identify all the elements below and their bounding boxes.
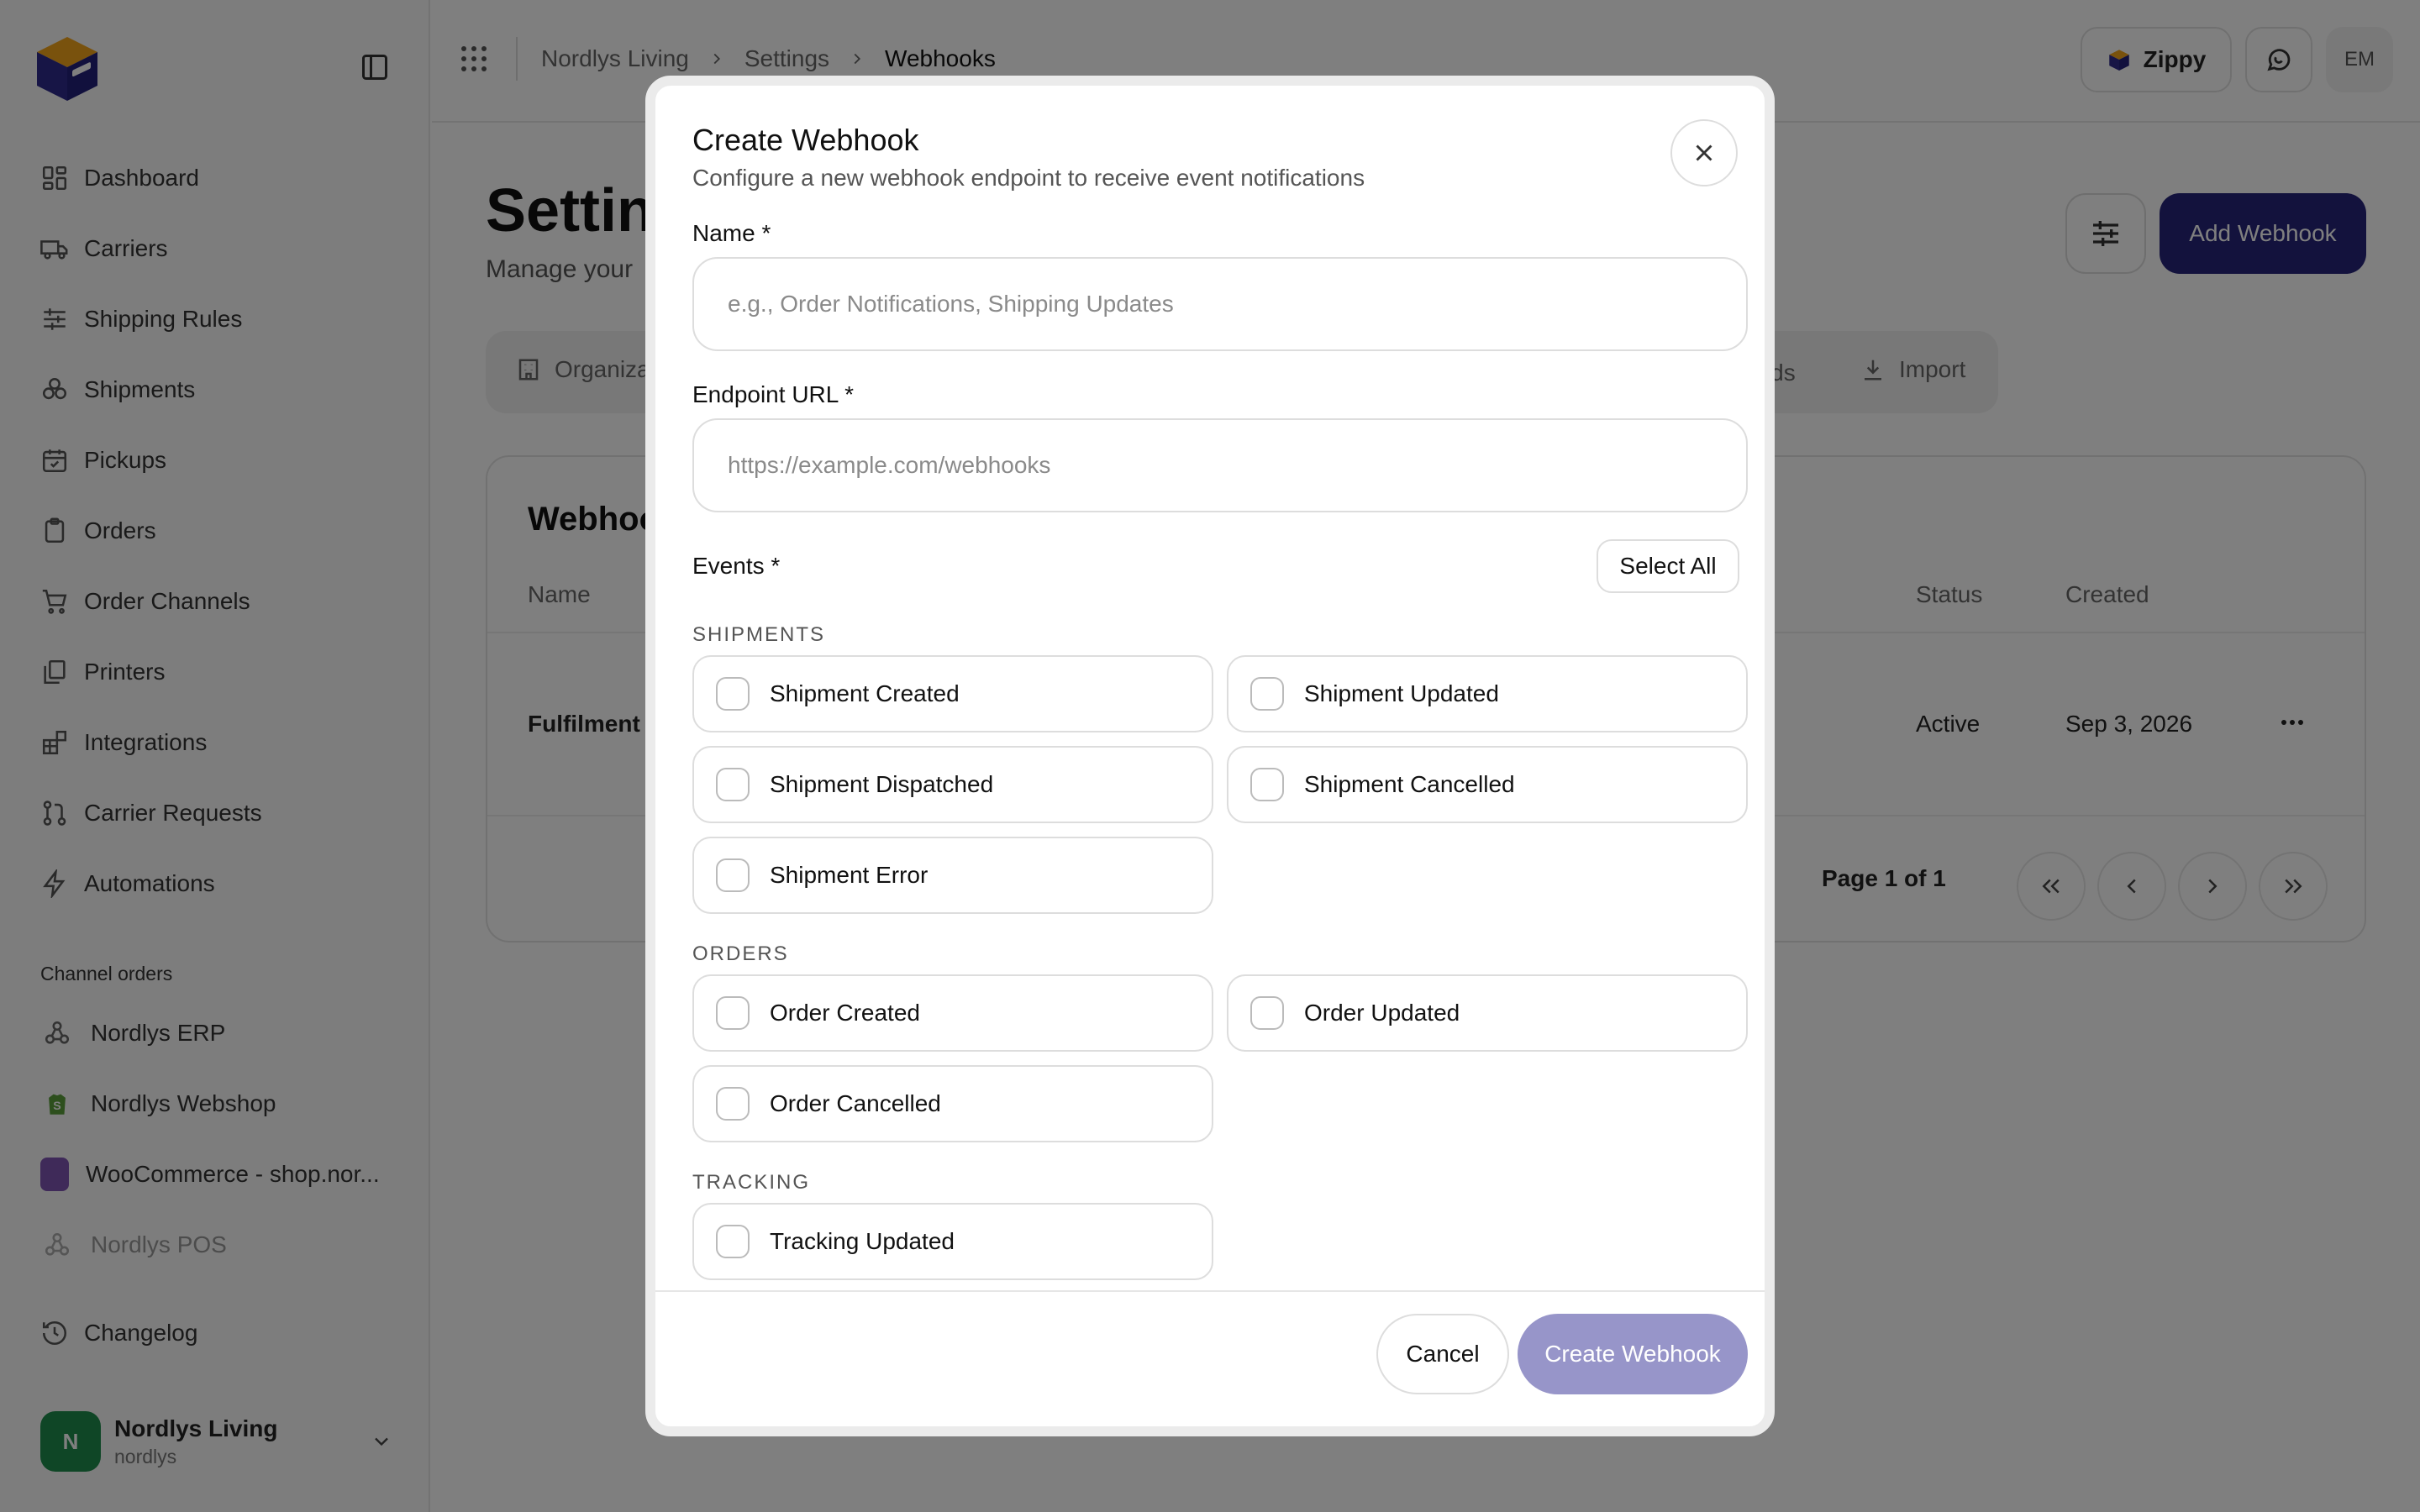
group-title-tracking: TRACKING bbox=[692, 1171, 811, 1194]
event-option[interactable]: Shipment Created bbox=[692, 655, 1213, 732]
select-all-button[interactable]: Select All bbox=[1597, 539, 1739, 593]
event-option[interactable]: Shipment Error bbox=[692, 837, 1213, 914]
event-option[interactable]: Order Updated bbox=[1227, 974, 1748, 1052]
name-field[interactable] bbox=[692, 257, 1748, 351]
cancel-button[interactable]: Cancel bbox=[1376, 1314, 1509, 1394]
close-icon bbox=[1696, 144, 1712, 161]
dialog-title: Create Webhook bbox=[692, 123, 919, 157]
event-option[interactable]: Shipment Cancelled bbox=[1227, 746, 1748, 823]
create-webhook-dialog: Create Webhook Configure a new webhook e… bbox=[645, 76, 1775, 1436]
checkbox[interactable] bbox=[716, 768, 750, 801]
event-label: Order Created bbox=[770, 1000, 920, 1026]
checkbox[interactable] bbox=[716, 1225, 750, 1258]
checkbox[interactable] bbox=[716, 1087, 750, 1121]
event-label: Shipment Dispatched bbox=[770, 771, 994, 797]
event-label: Shipment Created bbox=[770, 680, 960, 706]
close-button[interactable] bbox=[1670, 119, 1738, 186]
checkbox[interactable] bbox=[1250, 768, 1284, 801]
checkbox[interactable] bbox=[1250, 996, 1284, 1030]
group-title-orders: ORDERS bbox=[692, 942, 789, 965]
event-option[interactable]: Shipment Updated bbox=[1227, 655, 1748, 732]
checkbox[interactable] bbox=[716, 858, 750, 892]
endpoint-url-label: Endpoint URL * bbox=[692, 381, 854, 407]
event-label: Shipment Updated bbox=[1304, 680, 1499, 706]
event-label: Order Updated bbox=[1304, 1000, 1460, 1026]
name-label: Name * bbox=[692, 220, 771, 246]
event-option[interactable]: Order Created bbox=[692, 974, 1213, 1052]
event-label: Tracking Updated bbox=[770, 1228, 955, 1254]
create-webhook-button[interactable]: Create Webhook bbox=[1518, 1314, 1748, 1394]
event-option[interactable]: Tracking Updated bbox=[692, 1203, 1213, 1280]
checkbox[interactable] bbox=[716, 996, 750, 1030]
event-option[interactable]: Order Cancelled bbox=[692, 1065, 1213, 1142]
event-label: Shipment Error bbox=[770, 862, 929, 888]
event-label: Shipment Cancelled bbox=[1304, 771, 1515, 797]
event-option[interactable]: Shipment Dispatched bbox=[692, 746, 1213, 823]
checkbox[interactable] bbox=[1250, 677, 1284, 711]
group-title-shipments: SHIPMENTS bbox=[692, 623, 826, 646]
endpoint-url-field[interactable] bbox=[692, 418, 1748, 512]
dialog-subtitle: Configure a new webhook endpoint to rece… bbox=[692, 165, 1365, 191]
events-label: Events * bbox=[692, 553, 781, 579]
event-label: Order Cancelled bbox=[770, 1090, 941, 1116]
checkbox[interactable] bbox=[716, 677, 750, 711]
